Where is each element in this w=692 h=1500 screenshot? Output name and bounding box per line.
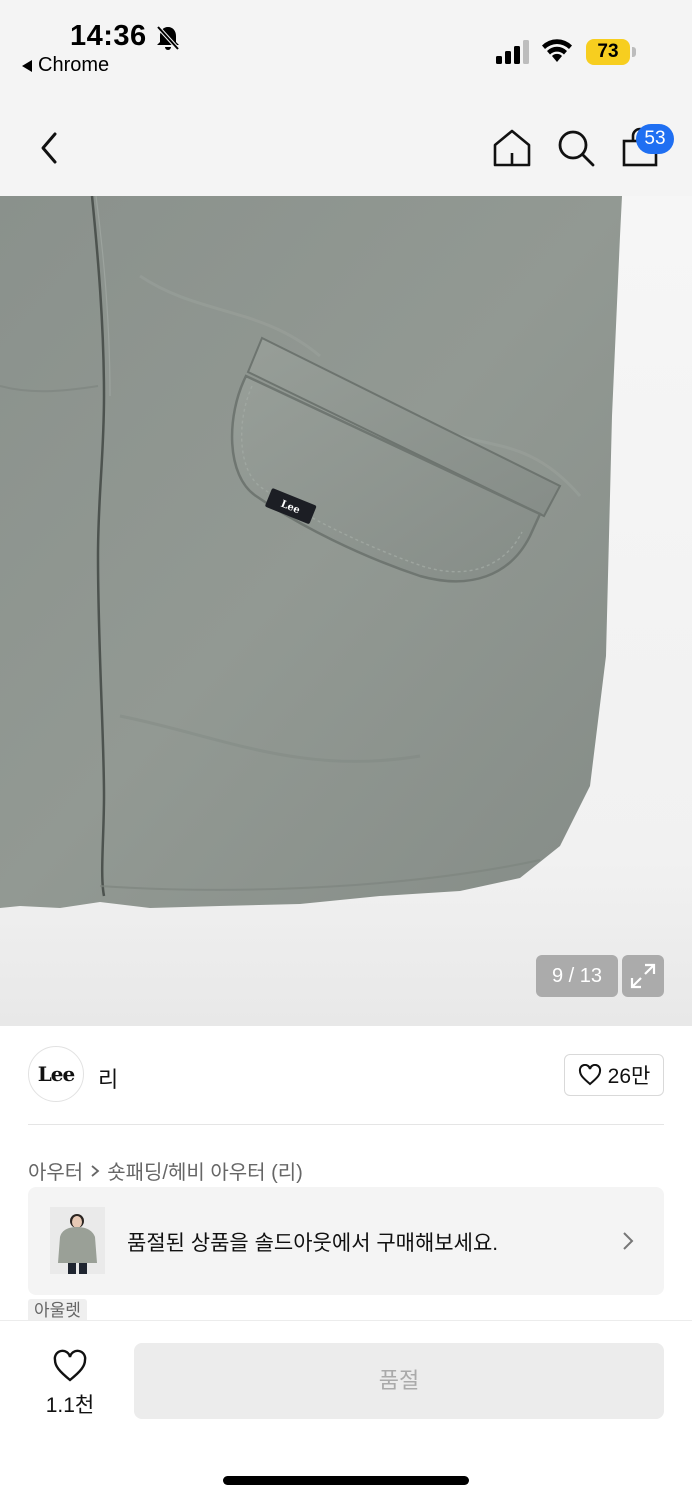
- wifi-icon: [542, 39, 572, 62]
- back-to-app[interactable]: Chrome: [22, 54, 109, 77]
- wishlist-button[interactable]: 1.1천: [40, 1345, 100, 1417]
- status-bar: 14:36 Chrome 73: [0, 0, 692, 96]
- heart-icon: [53, 1349, 87, 1382]
- chevron-right-icon: [91, 1164, 100, 1177]
- wishlist-count: 1.1천: [45, 1394, 95, 1417]
- banner-text: 품절된 상품을 솔드아웃에서 구매해보세요.: [127, 1232, 499, 1255]
- chevron-right-icon: [623, 1232, 634, 1250]
- back-triangle-icon: [22, 59, 32, 72]
- top-navigation: [0, 96, 692, 196]
- product-image[interactable]: Lee: [0, 196, 692, 1026]
- brand-logo[interactable]: Lee: [28, 1046, 84, 1102]
- bell-slash-icon: [156, 25, 180, 51]
- back-app-label: Chrome: [38, 54, 110, 76]
- image-counter: 9 / 13: [536, 955, 618, 997]
- banner-thumbnail: [50, 1207, 105, 1274]
- cart-count-badge: 53: [636, 124, 674, 154]
- search-icon[interactable]: [554, 126, 598, 170]
- brand-row: Lee 리 26만: [0, 1026, 692, 1126]
- breadcrumb-item-outer[interactable]: 아우터: [28, 1156, 83, 1185]
- brand-like-count: 26만: [607, 1065, 651, 1088]
- home-indicator: [223, 1476, 469, 1485]
- divider: [28, 1124, 664, 1125]
- battery-icon: 73: [586, 39, 636, 65]
- soldout-button[interactable]: 품절: [134, 1343, 664, 1419]
- signal-icon: [496, 40, 529, 64]
- soldout-banner[interactable]: 품절된 상품을 솔드아웃에서 구매해보세요.: [28, 1187, 664, 1295]
- battery-level: 73: [597, 41, 619, 62]
- padded-jacket-illustration: Lee: [0, 196, 622, 908]
- breadcrumb: 아우터 숏패딩/헤비 아우터 (리): [28, 1156, 303, 1185]
- breadcrumb-item-category[interactable]: 숏패딩/헤비 아우터 (리): [107, 1156, 303, 1185]
- brand-logo-text: Lee: [37, 1062, 76, 1086]
- status-time: 14:36: [70, 20, 147, 52]
- brand-name[interactable]: 리: [98, 1062, 118, 1094]
- chevron-left-icon[interactable]: [28, 126, 72, 170]
- home-icon[interactable]: [490, 126, 534, 170]
- expand-icon[interactable]: [622, 955, 664, 997]
- brand-like-button[interactable]: 26만: [564, 1054, 664, 1096]
- bottom-action-bar: 1.1천 품절: [0, 1320, 692, 1500]
- heart-icon: [578, 1064, 601, 1086]
